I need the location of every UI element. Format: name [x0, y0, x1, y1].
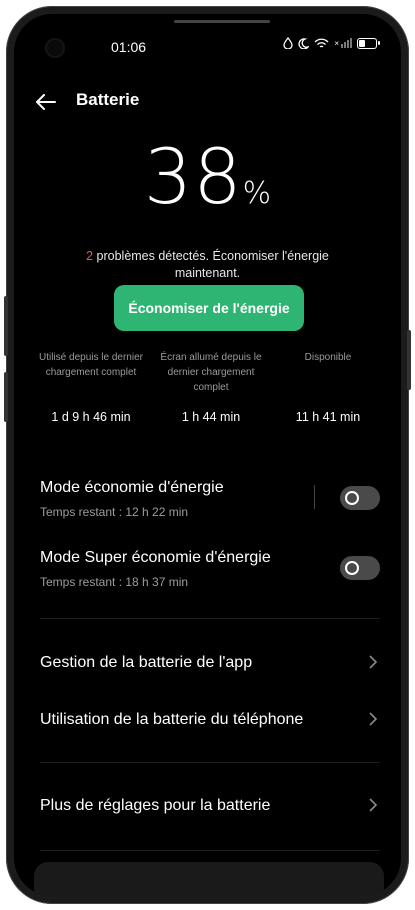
battery-level: 38: [143, 132, 243, 221]
percent-sign: %: [242, 176, 272, 211]
no-signal-mark: ×: [334, 39, 339, 48]
status-icons: ×: [283, 37, 380, 49]
toggle-knob: [345, 491, 359, 505]
row-divider: [314, 485, 315, 509]
super-power-saving-mode-toggle[interactable]: [340, 556, 380, 580]
moon-icon: [298, 37, 310, 49]
phone-battery-usage-link[interactable]: Utilisation de la batterie du téléphone: [40, 711, 303, 729]
super-power-saving-mode-remaining: Temps restant : 18 h 37 min: [40, 575, 189, 589]
section-separator: [40, 618, 380, 619]
volume-button: [4, 296, 8, 356]
bottom-navigation-bar: [34, 862, 384, 896]
stat-value-screen-on: 1 h 44 min: [181, 410, 241, 424]
stat-value-used: 1 d 9 h 46 min: [51, 410, 131, 424]
save-energy-button[interactable]: Économiser de l'énergie: [114, 285, 304, 331]
screen: 01:06 × Batterie 38% 2 problèmes détecté…: [14, 14, 401, 896]
chevron-right-icon: [368, 711, 378, 730]
problem-text: problèmes détectés. Économiser l'énergie…: [93, 249, 329, 280]
side-button-right: [407, 330, 411, 390]
power-saving-mode-toggle[interactable]: [340, 486, 380, 510]
problem-count: 2: [86, 249, 94, 263]
drop-icon: [283, 37, 293, 49]
battery-percentage: 38%: [14, 132, 401, 221]
no-signal-icon: ×: [334, 38, 352, 48]
power-button: [4, 372, 8, 422]
status-time: 01:06: [111, 39, 147, 55]
stat-label-used: Utilisé depuis le dernier chargement com…: [39, 352, 143, 378]
section-separator: [40, 762, 380, 763]
toggle-knob: [345, 561, 359, 575]
chevron-right-icon: [368, 654, 378, 673]
back-arrow-icon[interactable]: [36, 92, 56, 114]
stat-label-available: Disponible: [304, 352, 352, 363]
page-title: Batterie: [76, 90, 140, 109]
speaker-grille: [174, 20, 270, 23]
stat-label-screen-on: Écran allumé depuis le dernier chargemen…: [160, 352, 262, 393]
app-battery-management-link[interactable]: Gestion de la batterie de l'app: [40, 654, 252, 672]
section-separator: [40, 850, 380, 851]
front-camera: [47, 40, 63, 56]
stat-value-available: 11 h 41 min: [295, 410, 361, 424]
more-battery-settings-link[interactable]: Plus de réglages pour la batterie: [40, 797, 270, 815]
battery-status-icon: [357, 37, 380, 49]
super-power-saving-mode-title[interactable]: Mode Super économie d'énergie: [40, 549, 271, 567]
chevron-right-icon: [368, 797, 378, 816]
power-saving-mode-title[interactable]: Mode économie d'énergie: [40, 479, 224, 497]
wifi-icon: [314, 38, 329, 48]
problems-alert[interactable]: 2 problèmes détectés. Économiser l'énerg…: [64, 248, 351, 282]
power-saving-mode-remaining: Temps restant : 12 h 22 min: [40, 505, 189, 519]
